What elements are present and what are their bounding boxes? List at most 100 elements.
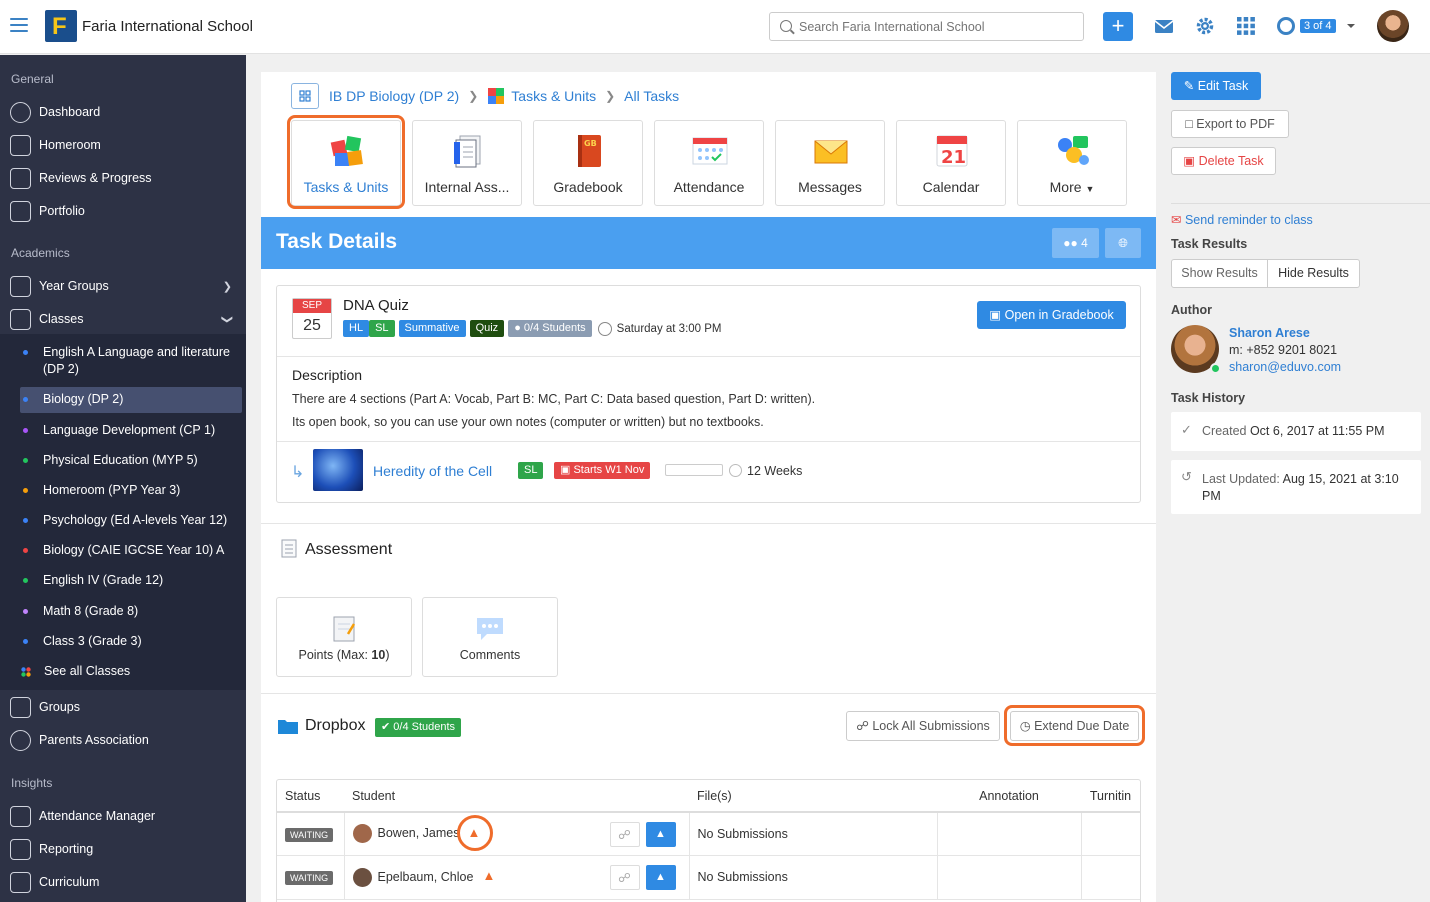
author-name[interactable]: Sharon Arese xyxy=(1229,326,1310,340)
edit-task-label: Edit Task xyxy=(1197,79,1249,93)
delete-task-button[interactable]: ▣ Delete Task xyxy=(1171,147,1276,175)
points-label: Points (Max: 10) xyxy=(277,648,411,662)
top-bar: F Faria International School + 3 of 4 xyxy=(0,0,1430,54)
export-pdf-button[interactable]: □ Export to PDF xyxy=(1171,110,1289,138)
upload-file-button[interactable]: ▲ xyxy=(645,822,676,847)
sidebar-item-curriculum[interactable]: Curriculum xyxy=(10,870,99,894)
student-name[interactable]: Epelbaum, Chloe xyxy=(378,869,474,883)
sidebar-item-classes[interactable]: Classes ❯ xyxy=(10,307,236,331)
tile-gradebook[interactable]: GB Gradebook xyxy=(533,120,643,206)
multicolor-dots-icon xyxy=(21,667,31,677)
class-item[interactable]: Psychology (Ed A-levels Year 12) xyxy=(20,512,242,529)
sidebar-item-parents[interactable]: Parents Association xyxy=(10,728,149,752)
sidebar-item-label: Parents Association xyxy=(39,733,149,747)
upload-file-button[interactable]: ▲ xyxy=(645,864,676,890)
extend-highlight xyxy=(1004,705,1145,746)
points-card[interactable]: Points (Max: 10) xyxy=(276,597,412,677)
add-button[interactable]: + xyxy=(1103,12,1133,41)
sidebar-item-dashboard[interactable]: Dashboard xyxy=(10,100,100,124)
class-item-active[interactable]: Biology (DP 2) xyxy=(20,387,242,413)
globe-button[interactable]: 🌐︎ xyxy=(1105,228,1141,258)
sidebar-item-label: Reviews & Progress xyxy=(39,171,152,185)
send-reminder-link[interactable]: ✉ Send reminder to class xyxy=(1171,212,1313,227)
lock-submission-button[interactable]: ☍ xyxy=(609,864,640,890)
bell-icon[interactable]: ▲ xyxy=(483,868,496,883)
see-all-classes[interactable]: See all Classes xyxy=(20,663,242,680)
author-email[interactable]: sharon@eduvo.com xyxy=(1229,360,1341,374)
sidebar-item-portfolio[interactable]: Portfolio xyxy=(10,199,85,223)
show-results-button[interactable]: Show Results xyxy=(1171,259,1268,288)
history-created: ✓ Created Oct 6, 2017 at 11:55 PM xyxy=(1171,412,1421,451)
gear-icon[interactable] xyxy=(1194,15,1216,37)
unit-thumbnail[interactable] xyxy=(313,449,363,491)
task-month: SEP xyxy=(293,299,331,313)
edit-task-button[interactable]: ✎ Edit Task xyxy=(1171,72,1261,100)
class-item[interactable]: English A Language and literature (DP 2) xyxy=(20,344,242,378)
class-item[interactable]: Physical Education (MYP 5) xyxy=(20,452,242,469)
lock-all-button[interactable]: ☍ Lock All Submissions xyxy=(846,711,1000,741)
chevron-right-icon: ❯ xyxy=(468,89,479,103)
class-item[interactable]: Class 3 (Grade 3) xyxy=(20,633,242,650)
group-count-button[interactable]: ●● 4 xyxy=(1052,228,1099,258)
tile-messages[interactable]: Messages xyxy=(775,120,885,206)
menu-icon[interactable] xyxy=(10,18,28,32)
user-avatar[interactable] xyxy=(1377,10,1409,42)
points-prefix: Points (Max: xyxy=(298,648,372,662)
sidebar-item-homeroom[interactable]: Homeroom xyxy=(10,133,101,157)
search-icon xyxy=(780,20,792,32)
school-name[interactable]: Faria International School xyxy=(82,18,253,35)
chevron-down-icon xyxy=(1347,24,1355,32)
search-box[interactable] xyxy=(769,12,1084,41)
student-name[interactable]: Bowen, James xyxy=(378,826,460,840)
table-row: WAITING Epelbaum, Chloe ▲ ☍ ▲ No Submiss… xyxy=(277,855,1140,899)
class-dot-icon xyxy=(23,518,28,523)
tile-attendance[interactable]: Attendance xyxy=(654,120,764,206)
book-icon xyxy=(10,871,31,893)
breadcrumb-class[interactable]: IB DP Biology (DP 2) xyxy=(329,88,459,104)
tile-internal-assessment[interactable]: Internal Ass... xyxy=(412,120,522,206)
class-item[interactable]: Language Development (CP 1) xyxy=(20,422,242,439)
history-updated: ↺ Last Updated: Aug 15, 2021 at 3:10 PM xyxy=(1171,460,1421,514)
send-reminder-label: Send reminder to class xyxy=(1184,213,1313,227)
assessment-icon xyxy=(281,539,297,558)
assessment-title: Assessment xyxy=(305,541,393,558)
open-gradebook-button[interactable]: ▣ Open in Gradebook xyxy=(977,301,1126,329)
search-input[interactable] xyxy=(799,17,1069,37)
status-badge: WAITING xyxy=(285,827,334,842)
tile-more[interactable]: More ▼ xyxy=(1017,120,1127,206)
puzzle-icon xyxy=(488,88,505,104)
clock-icon xyxy=(729,464,742,477)
apps-grid-icon[interactable] xyxy=(1235,15,1257,37)
sidebar-item-reporting[interactable]: Reporting xyxy=(10,837,93,861)
clipboard-icon xyxy=(333,616,356,642)
lock-submission-button[interactable]: ☍ xyxy=(609,822,640,847)
col-turnitin: Turnitin xyxy=(1089,788,1132,803)
class-dot-icon xyxy=(23,578,28,583)
tile-calendar[interactable]: 21 Calendar xyxy=(896,120,1006,206)
export-label: Export to PDF xyxy=(1196,117,1275,131)
history-updated-text: Last Updated: Aug 15, 2021 at 3:10 PM xyxy=(1202,471,1412,505)
sidebar-item-groups[interactable]: Groups xyxy=(10,695,80,719)
class-dot-icon xyxy=(23,397,28,402)
comments-card[interactable]: Comments xyxy=(422,597,558,677)
class-item[interactable]: Biology (CAIE IGCSE Year 10) A xyxy=(20,542,242,559)
school-logo[interactable]: F xyxy=(45,10,77,42)
sidebar-item-year-groups[interactable]: Year Groups ❯ xyxy=(10,274,236,298)
class-dot-icon xyxy=(23,609,28,614)
class-item[interactable]: Homeroom (PYP Year 3) xyxy=(20,482,242,499)
sidebar-item-reviews[interactable]: Reviews & Progress xyxy=(10,166,152,190)
class-label: Psychology (Ed A-levels Year 12) xyxy=(43,513,228,527)
sidebar-item-attendance-manager[interactable]: Attendance Manager xyxy=(10,804,155,828)
sidebar-item-label: Year Groups xyxy=(39,279,109,293)
breadcrumb-tasks-units[interactable]: Tasks & Units xyxy=(511,88,596,104)
breadcrumb-all-tasks[interactable]: All Tasks xyxy=(624,88,679,104)
speech-bubble-icon xyxy=(477,618,503,640)
description-line: There are 4 sections (Part A: Vocab, Par… xyxy=(292,392,816,406)
annotation-cell xyxy=(937,855,1082,899)
mail-icon[interactable] xyxy=(1153,15,1175,37)
hide-results-button[interactable]: Hide Results xyxy=(1267,259,1360,288)
unit-link[interactable]: Heredity of the Cell xyxy=(373,463,492,479)
class-item[interactable]: English IV (Grade 12) xyxy=(20,572,242,589)
class-grid-button[interactable] xyxy=(291,83,319,109)
class-item[interactable]: Math 8 (Grade 8) xyxy=(20,603,242,620)
